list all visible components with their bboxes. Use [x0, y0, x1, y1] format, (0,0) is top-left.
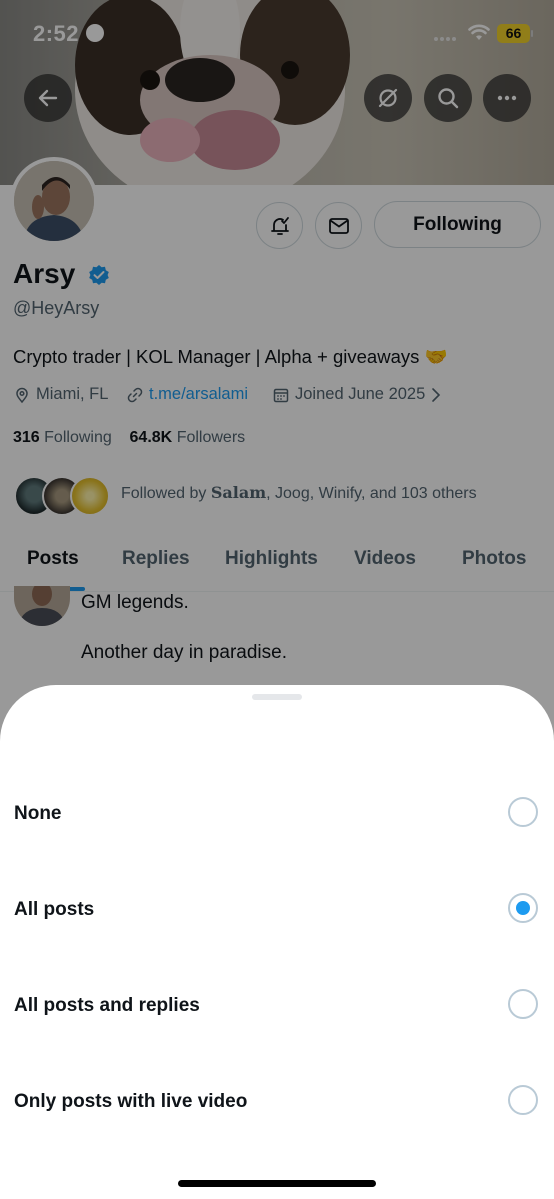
radio-live-video[interactable]	[508, 1085, 538, 1115]
option-label: All posts and replies	[14, 995, 200, 1016]
option-label: Only posts with live video	[14, 1091, 248, 1112]
option-all-posts-and-replies[interactable]: All posts and replies	[0, 979, 554, 1039]
notification-settings-sheet: None All posts All posts and replies Onl…	[0, 685, 554, 1199]
radio-all-posts[interactable]	[508, 893, 538, 923]
profile-page: 2:52 66 Following Arsy @HeyArsy Crypto t…	[0, 0, 554, 1199]
home-indicator[interactable]	[178, 1180, 376, 1187]
sheet-grabber[interactable]	[252, 694, 302, 700]
option-label: None	[14, 803, 62, 824]
radio-all-posts-and-replies[interactable]	[508, 989, 538, 1019]
radio-none[interactable]	[508, 797, 538, 827]
option-live-video[interactable]: Only posts with live video	[0, 1075, 554, 1135]
option-label: All posts	[14, 899, 95, 920]
option-all-posts[interactable]: All posts	[0, 883, 554, 943]
option-none[interactable]: None	[0, 787, 554, 847]
